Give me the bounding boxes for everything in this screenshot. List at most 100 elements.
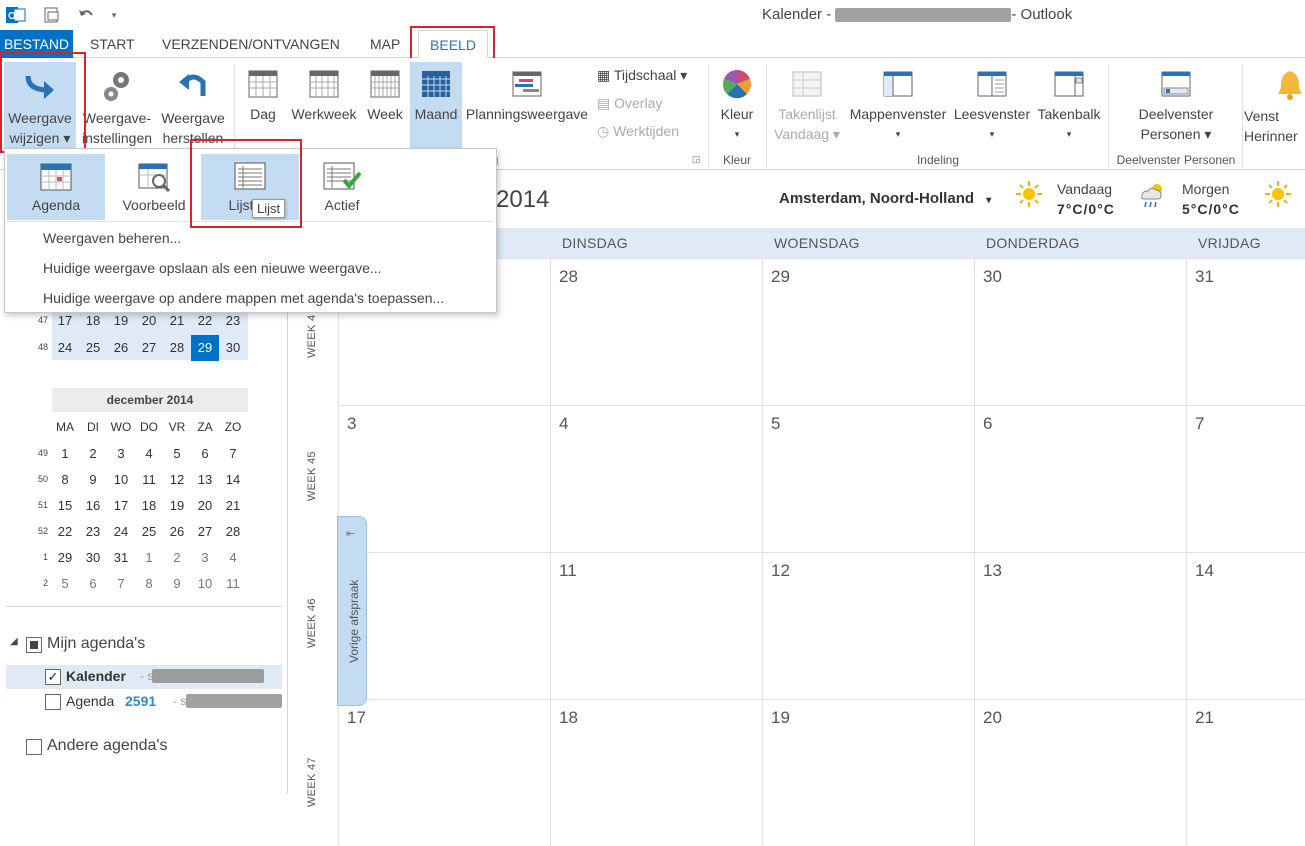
mini-calendar-day[interactable]: 18 (135, 493, 163, 519)
kalender-checkbox[interactable]: ✓ (45, 669, 61, 685)
mini-calendar-day[interactable]: 3 (107, 441, 135, 467)
mini-calendar-day[interactable]: 15 (51, 493, 79, 519)
view-option-actief[interactable]: Actief (293, 154, 391, 220)
calendar-day-cell[interactable]: 18 (550, 699, 762, 846)
mini-calendar-day[interactable]: 20 (191, 493, 219, 519)
tab-bestand[interactable]: BESTAND (0, 30, 73, 58)
mini-calendar-day[interactable]: 1 (51, 441, 79, 467)
mini-calendar-day[interactable]: 10 (191, 571, 219, 597)
send-receive-icon[interactable] (42, 5, 62, 25)
view-option-voorbeeld[interactable]: Voorbeeld (105, 154, 203, 220)
view-option-agenda[interactable]: Agenda (7, 154, 105, 220)
calendar-day-cell[interactable]: 6 (974, 405, 1186, 552)
schedule-view-button[interactable]: Planningsweergave (462, 62, 592, 132)
calendar-day-cell[interactable]: 5 (762, 405, 974, 552)
mini-calendar-day[interactable]: 6 (79, 571, 107, 597)
calendar-item-agenda[interactable]: Agenda 2591 - s (6, 690, 282, 714)
mini-calendar-day[interactable]: 11 (219, 571, 247, 597)
window-button[interactable]: Venst Herinner (1244, 62, 1305, 150)
mini-calendar-day[interactable]: 13 (191, 467, 219, 493)
work-week-button[interactable]: Werkweek (288, 62, 360, 132)
manage-views-item[interactable]: Weergaven beheren... (43, 230, 181, 246)
mini-calendar-day[interactable]: 8 (135, 571, 163, 597)
calendar-day-cell[interactable]: 12 (762, 552, 974, 699)
mini-calendar-day[interactable]: 26 (107, 335, 135, 361)
mini-calendar-day[interactable]: 7 (219, 441, 247, 467)
dialog-launcher-icon[interactable]: ◲ (692, 154, 701, 165)
mini-calendar-day[interactable]: 2 (79, 441, 107, 467)
mini-calendar-today[interactable]: 29 (191, 335, 219, 361)
tab-start[interactable]: START (82, 30, 143, 58)
month-view-button[interactable]: Maand (410, 62, 462, 150)
week-view-button[interactable]: Week (362, 62, 408, 132)
mini-calendar-day[interactable]: 25 (135, 519, 163, 545)
save-view-as-new-item[interactable]: Huidige weergave opslaan als een nieuwe … (43, 260, 382, 276)
calendar-day-cell[interactable]: 30 (974, 258, 1186, 405)
customize-quick-access-icon[interactable]: ▾ (104, 5, 124, 25)
mini-calendar-day[interactable]: 24 (107, 519, 135, 545)
mini-calendar-day[interactable]: 28 (163, 335, 191, 361)
mini-calendar-day[interactable]: 9 (79, 467, 107, 493)
calendar-day-cell[interactable]: 11 (550, 552, 762, 699)
group-checkbox[interactable] (26, 637, 42, 653)
mini-calendar-day[interactable]: 26 (163, 519, 191, 545)
mini-calendar-day[interactable]: 3 (191, 545, 219, 571)
collapse-triangle-icon[interactable]: ◢ (10, 636, 18, 647)
mini-calendar-day[interactable]: 27 (191, 519, 219, 545)
location-selector[interactable]: Amsterdam, Noord-Holland ▾ (779, 190, 991, 207)
previous-appointment-button[interactable]: ⇤ Vorige afspraak (337, 516, 367, 706)
view-settings-button[interactable]: Weergave- instellingen (78, 62, 156, 150)
mini-calendar-day[interactable]: 31 (107, 545, 135, 571)
mini-calendar-day[interactable]: 14 (219, 467, 247, 493)
mini-calendar-day[interactable]: 17 (107, 493, 135, 519)
calendar-day-cell[interactable]: 31 (1186, 258, 1305, 405)
color-button[interactable]: Kleur ▾ (712, 62, 762, 150)
mini-calendar-day[interactable]: 27 (135, 335, 163, 361)
mini-calendar-day[interactable]: 5 (51, 571, 79, 597)
calendar-day-cell[interactable]: 20 (974, 699, 1186, 846)
other-calendars-label[interactable]: Andere agenda's (47, 737, 167, 755)
mini-calendar-day[interactable]: 16 (79, 493, 107, 519)
calendar-day-cell[interactable]: 13 (974, 552, 1186, 699)
mini-calendar-day[interactable]: 9 (163, 571, 191, 597)
calendar-item-kalender[interactable]: ✓ Kalender - s (6, 665, 282, 689)
mini-calendar-day[interactable]: 22 (51, 519, 79, 545)
mini-calendar-day[interactable]: 11 (135, 467, 163, 493)
apply-view-to-folders-item[interactable]: Huidige weergave op andere mappen met ag… (43, 290, 444, 306)
mini-calendar-day[interactable]: 4 (219, 545, 247, 571)
calendar-day-cell[interactable]: 14 (1186, 552, 1305, 699)
mini-calendar-day[interactable]: 4 (135, 441, 163, 467)
mini-calendar-day[interactable]: 1 (135, 545, 163, 571)
mini-calendar-day[interactable]: 7 (107, 571, 135, 597)
undo-icon[interactable] (76, 5, 96, 25)
reading-pane-button[interactable]: Leesvenster ▾ (952, 62, 1032, 150)
calendar-day-cell[interactable]: 17 (338, 699, 550, 846)
mini-calendar-day[interactable]: 2 (163, 545, 191, 571)
mini-calendar-day[interactable]: 28 (219, 519, 247, 545)
mini-calendar-day[interactable]: 8 (51, 467, 79, 493)
my-calendars-group-label[interactable]: Mijn agenda's (47, 635, 145, 653)
calendar-day-cell[interactable]: 29 (762, 258, 974, 405)
mini-calendar-day[interactable]: 19 (163, 493, 191, 519)
tab-verzenden-ontvangen[interactable]: VERZENDEN/ONTVANGEN (154, 30, 348, 58)
mini-calendar-day[interactable]: 24 (51, 335, 79, 361)
mini-calendar-day[interactable]: 29 (51, 545, 79, 571)
mini-calendar-day[interactable]: 5 (163, 441, 191, 467)
other-calendars-checkbox[interactable] (26, 739, 42, 755)
agenda-checkbox[interactable] (45, 694, 61, 710)
mini-calendar-day[interactable]: 25 (79, 335, 107, 361)
people-pane-button[interactable]: Deelvenster Personen ▾ (1112, 62, 1240, 150)
calendar-day-cell[interactable]: 3 (338, 405, 550, 552)
mini-calendar-day[interactable]: 21 (219, 493, 247, 519)
mini-calendar-day[interactable]: 30 (79, 545, 107, 571)
mini-calendar-day[interactable]: 12 (163, 467, 191, 493)
change-view-button[interactable]: Weergave wijzigen ▾ (4, 62, 76, 150)
reset-view-button[interactable]: Weergave herstellen (156, 62, 230, 150)
tab-map[interactable]: MAP (362, 30, 408, 58)
calendar-day-cell[interactable]: 19 (762, 699, 974, 846)
mini-calendar-month-title[interactable]: december 2014 (52, 388, 248, 412)
calendar-day-cell[interactable]: 7 (1186, 405, 1305, 552)
mini-calendar-day[interactable]: 10 (107, 467, 135, 493)
calendar-day-cell[interactable]: 4 (550, 405, 762, 552)
mini-calendar-day[interactable]: 6 (191, 441, 219, 467)
